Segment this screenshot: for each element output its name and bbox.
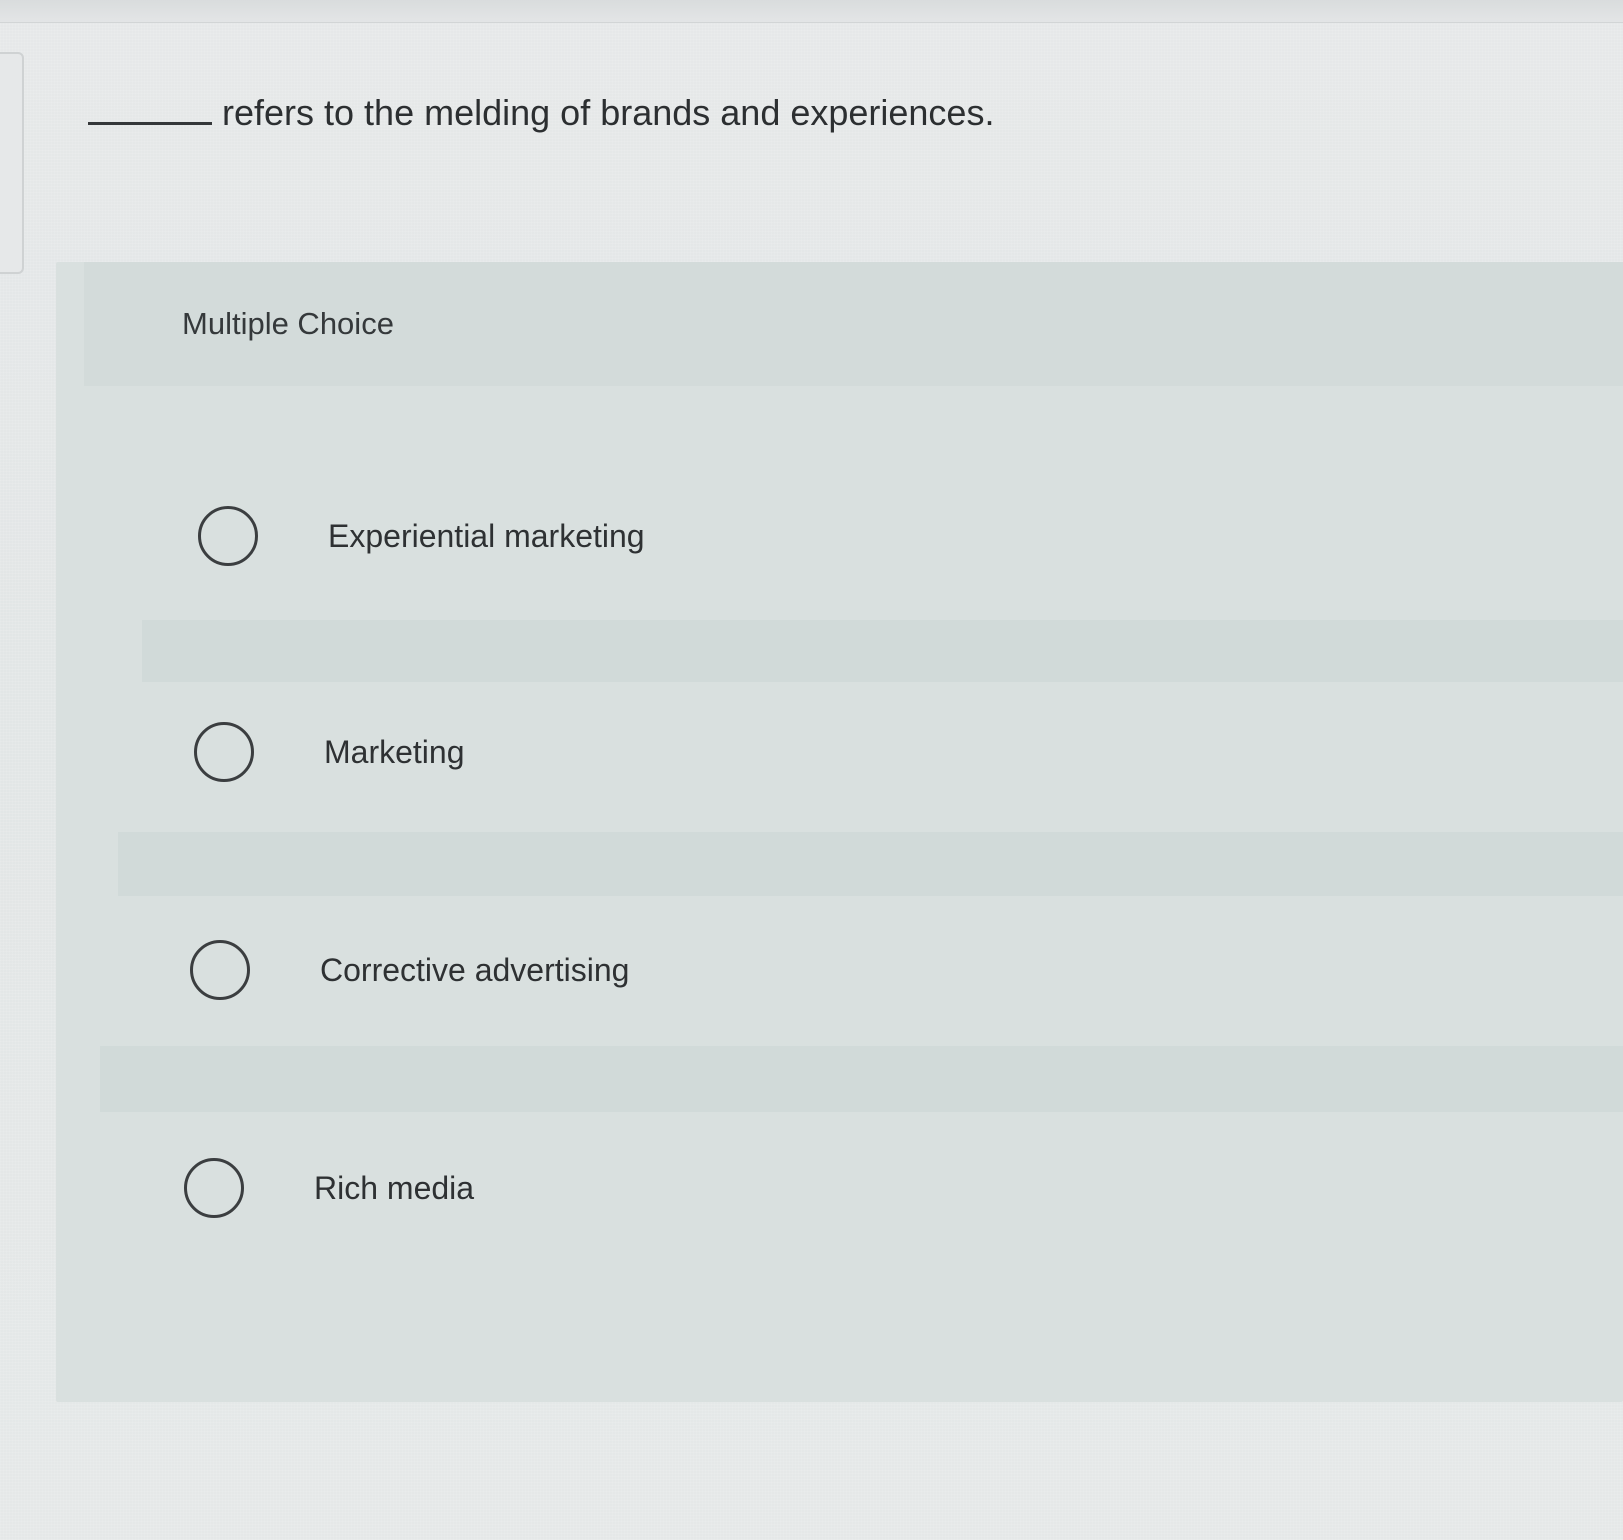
radio-button-icon[interactable] [190, 940, 250, 1000]
question-text: refers to the melding of brands and expe… [222, 92, 995, 133]
question-prompt: refers to the melding of brands and expe… [88, 92, 994, 134]
top-window-edge [0, 0, 1623, 23]
left-side-tab[interactable] [0, 52, 24, 274]
radio-button-icon[interactable] [198, 506, 258, 566]
option-separator-band [142, 620, 1623, 682]
option-separator-band [100, 1046, 1623, 1112]
option-label: Rich media [314, 1169, 475, 1206]
radio-button-icon[interactable] [184, 1158, 244, 1218]
option-corrective-advertising[interactable]: Corrective advertising [190, 940, 629, 1000]
option-rich-media[interactable]: Rich media [184, 1158, 474, 1218]
option-separator-band [118, 832, 1623, 896]
multiple-choice-heading: Multiple Choice [182, 306, 394, 341]
option-marketing[interactable]: Marketing [194, 722, 465, 782]
fill-in-blank-line [88, 121, 212, 125]
option-experiential-marketing[interactable]: Experiential marketing [198, 506, 645, 566]
option-label: Corrective advertising [320, 951, 630, 988]
radio-button-icon[interactable] [194, 722, 254, 782]
option-label: Experiential marketing [328, 517, 645, 554]
option-label: Marketing [324, 733, 465, 770]
